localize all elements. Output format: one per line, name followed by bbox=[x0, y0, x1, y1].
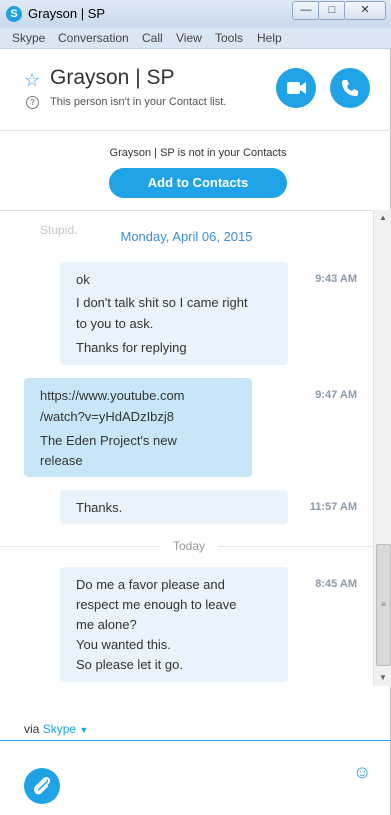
menu-bar: Skype Conversation Call View Tools Help bbox=[0, 28, 391, 49]
menu-view[interactable]: View bbox=[176, 31, 202, 45]
message-line: Thanks. bbox=[76, 500, 123, 515]
add-to-contacts-button[interactable]: Add to Contacts bbox=[109, 168, 287, 198]
via-skype-link[interactable]: Skype bbox=[43, 722, 76, 736]
header-divider bbox=[0, 130, 391, 131]
question-icon: ? bbox=[26, 96, 39, 109]
message-line: The Eden Project's new bbox=[40, 433, 177, 448]
video-call-button[interactable] bbox=[276, 68, 316, 108]
message-bubble-outgoing: Thanks. bbox=[60, 490, 288, 524]
attach-file-button[interactable] bbox=[24, 768, 60, 804]
conversation-scrollbar[interactable]: ▲ ≡ ▼ bbox=[373, 210, 391, 686]
menu-conversation[interactable]: Conversation bbox=[58, 31, 129, 45]
message-timestamp: 11:57 AM bbox=[309, 501, 357, 513]
message-line: ok bbox=[76, 272, 90, 287]
message-bubble-incoming: https://www.youtube.com /watch?v=yHdADzI… bbox=[24, 378, 252, 477]
via-skype-selector[interactable]: via Skype ▼ bbox=[24, 722, 88, 736]
message-bubble-outgoing: ok I don't talk shit so I came right to … bbox=[60, 262, 288, 365]
via-prefix: via bbox=[24, 722, 40, 736]
message-timestamp: 9:47 AM bbox=[315, 389, 357, 401]
window-title: Grayson | SP bbox=[28, 6, 106, 21]
message-line: respect me enough to leave bbox=[76, 597, 237, 612]
contact-status: This person isn't in your Contact list. bbox=[50, 96, 227, 108]
conversation-pane: Stupid. Monday, April 06, 2015 ok I don'… bbox=[0, 210, 373, 687]
menu-skype[interactable]: Skype bbox=[12, 31, 45, 45]
paperclip-icon bbox=[33, 776, 51, 795]
message-link-line[interactable]: https://www.youtube.com bbox=[40, 388, 185, 403]
scroll-down-arrow-icon[interactable]: ▼ bbox=[374, 670, 391, 686]
message-line: I don't talk shit so I came right bbox=[76, 295, 248, 310]
scrollbar-thumb[interactable]: ≡ bbox=[376, 544, 391, 666]
phone-icon bbox=[342, 80, 358, 96]
message-bubble-outgoing: Do me a favor please and respect me enou… bbox=[60, 567, 288, 682]
title-bar: S Grayson | SP — □ ✕ bbox=[0, 0, 391, 29]
message-line: release bbox=[40, 453, 83, 468]
message-line: So please let it go. bbox=[76, 657, 183, 672]
message-timestamp: 9:43 AM bbox=[315, 273, 357, 285]
message-timestamp: 8:45 AM bbox=[315, 578, 357, 590]
message-input-border bbox=[0, 740, 391, 741]
message-line: to you to ask. bbox=[76, 316, 154, 331]
today-label: Today bbox=[160, 539, 218, 553]
scroll-up-arrow-icon[interactable]: ▲ bbox=[374, 210, 391, 226]
maximize-button[interactable]: □ bbox=[318, 1, 346, 20]
menu-help[interactable]: Help bbox=[257, 31, 282, 45]
video-camera-icon bbox=[287, 82, 306, 94]
close-button[interactable]: ✕ bbox=[344, 1, 386, 20]
chevron-down-icon[interactable]: ▼ bbox=[79, 725, 88, 735]
date-separator: Monday, April 06, 2015 bbox=[120, 229, 253, 244]
not-in-contacts-notice: Grayson | SP is not in your Contacts bbox=[109, 147, 287, 159]
emoticon-icon[interactable]: ☺ bbox=[353, 762, 371, 783]
minimize-button[interactable]: — bbox=[292, 1, 320, 20]
menu-tools[interactable]: Tools bbox=[215, 31, 243, 45]
message-line: Thanks for replying bbox=[76, 340, 187, 355]
audio-call-button[interactable] bbox=[330, 68, 370, 108]
menu-call[interactable]: Call bbox=[142, 31, 163, 45]
favorite-star-icon[interactable]: ☆ bbox=[24, 70, 40, 91]
message-link-line[interactable]: /watch?v=yHdADzIbzj8 bbox=[40, 409, 174, 424]
skype-logo-icon: S bbox=[6, 6, 22, 22]
message-line: Do me a favor please and bbox=[76, 577, 225, 592]
message-line: me alone? bbox=[76, 617, 137, 632]
message-line: You wanted this. bbox=[76, 637, 171, 652]
contact-name: Grayson | SP bbox=[50, 66, 175, 89]
